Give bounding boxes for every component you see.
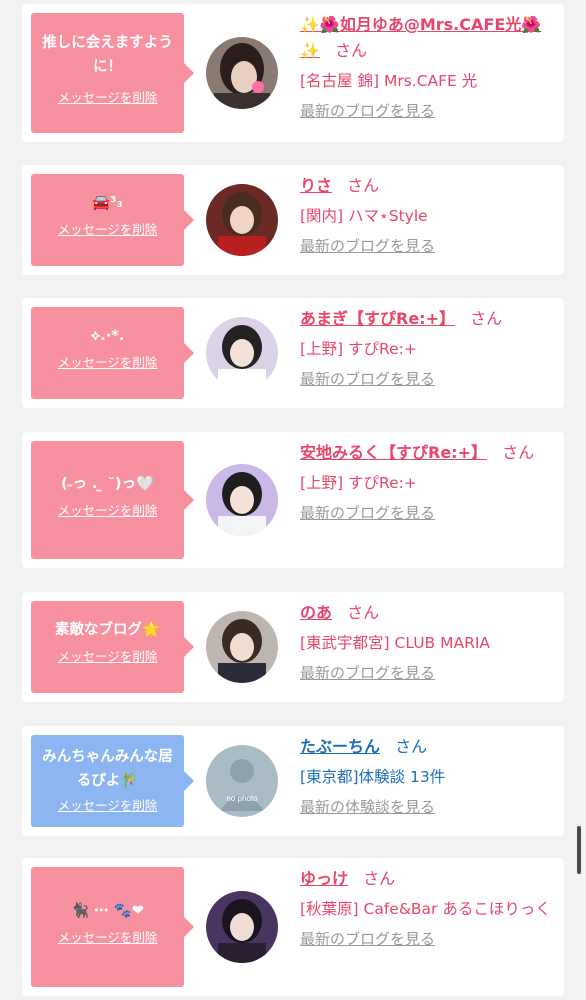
message-bubble: 🐈‍⬛ ⋯ 🐾❤ メッセージを削除 bbox=[31, 867, 194, 987]
profile-info: りさ さん [関内] ハマ⋆Style 最新のブログを見る bbox=[300, 173, 560, 256]
delete-message-link[interactable]: メッセージを削除 bbox=[31, 795, 184, 814]
user-name-link[interactable]: のあ bbox=[300, 603, 332, 622]
latest-review-link[interactable]: 最新の体験談を見る bbox=[300, 796, 435, 817]
honorific: さん bbox=[395, 737, 428, 756]
message-list: 推しに会えますように！ メッセージを削除 ✨🌺如月ゆあ@Mrs.CAFE光🌺✨ … bbox=[0, 0, 586, 1000]
user-name-link[interactable]: ゆっけ bbox=[300, 869, 348, 888]
name-line: あまぎ【すぴRe:+】 さん bbox=[300, 306, 560, 332]
delete-message-link[interactable]: メッセージを削除 bbox=[31, 500, 184, 519]
delete-message-link[interactable]: メッセージを削除 bbox=[31, 87, 184, 106]
profile-info: のあ さん [東武宇都宮] CLUB MARIA 最新のブログを見る bbox=[300, 600, 560, 683]
message-text: ⟡.·*. bbox=[90, 328, 125, 344]
message-text: 推しに会えますように！ bbox=[42, 35, 173, 75]
delete-message-link[interactable]: メッセージを削除 bbox=[31, 646, 184, 665]
honorific: さん bbox=[502, 443, 535, 462]
delete-message-link[interactable]: メッセージを削除 bbox=[31, 352, 184, 371]
shop-location: [名古屋 錦] Mrs.CAFE 光 bbox=[300, 72, 478, 90]
message-text: 🐈‍⬛ ⋯ 🐾❤ bbox=[71, 903, 144, 919]
shop-location: [秋葉原] Cafe&Bar あるこほりっく bbox=[300, 900, 551, 918]
honorific: さん bbox=[363, 869, 396, 888]
latest-blog-link[interactable]: 最新のブログを見る bbox=[300, 235, 435, 256]
honorific: さん bbox=[347, 176, 380, 195]
experience-count: [東京都]体験談 13件 bbox=[300, 768, 446, 786]
latest-blog-link[interactable]: 最新のブログを見る bbox=[300, 368, 435, 389]
list-item: 🐈‍⬛ ⋯ 🐾❤ メッセージを削除 ゆっけ さん [秋葉原] Cafe&Bar … bbox=[22, 858, 564, 996]
profile-info: たぶーちん さん [東京都]体験談 13件 最新の体験談を見る bbox=[300, 734, 560, 817]
avatar[interactable] bbox=[206, 184, 278, 256]
message-bubble: 🚘³₃ メッセージを削除 bbox=[31, 174, 194, 266]
avatar[interactable]: no photo bbox=[206, 745, 278, 817]
honorific: さん bbox=[470, 309, 503, 328]
user-name-link[interactable]: 安地みるく【すぴRe:+】 bbox=[300, 443, 487, 462]
name-line: ゆっけ さん bbox=[300, 866, 560, 892]
shop-location: [東武宇都宮] CLUB MARIA bbox=[300, 634, 491, 652]
user-name-link[interactable]: たぶーちん bbox=[300, 737, 380, 756]
list-item: 素敵なブログ🌟 メッセージを削除 のあ さん [東武宇都宮] CLUB MARI… bbox=[22, 592, 564, 702]
message-bubble: (˶っ . ̫ ˘)っ🤍 メッセージを削除 bbox=[31, 441, 194, 559]
avatar[interactable] bbox=[206, 891, 278, 963]
delete-message-link[interactable]: メッセージを削除 bbox=[31, 219, 184, 238]
list-item: 推しに会えますように！ メッセージを削除 ✨🌺如月ゆあ@Mrs.CAFE光🌺✨ … bbox=[22, 4, 564, 142]
latest-blog-link[interactable]: 最新のブログを見る bbox=[300, 502, 435, 523]
list-item: (˶っ . ̫ ˘)っ🤍 メッセージを削除 安地みるく【すぴRe:+】 さん [… bbox=[22, 432, 564, 568]
no-photo-caption: no photo bbox=[226, 794, 258, 803]
name-line: たぶーちん さん bbox=[300, 734, 560, 760]
message-text: みんちゃんみんな居るぴよ🎋 bbox=[42, 749, 173, 789]
honorific: さん bbox=[335, 41, 368, 60]
message-text: 🚘³₃ bbox=[92, 195, 123, 211]
profile-info: あまぎ【すぴRe:+】 さん [上野] すぴRe:+ 最新のブログを見る bbox=[300, 306, 560, 389]
name-line: ✨🌺如月ゆあ@Mrs.CAFE光🌺✨ さん bbox=[300, 12, 560, 64]
avatar[interactable] bbox=[206, 611, 278, 683]
user-name-link[interactable]: りさ bbox=[300, 176, 332, 195]
name-line: 安地みるく【すぴRe:+】 さん bbox=[300, 440, 560, 466]
list-item: みんちゃんみんな居るぴよ🎋 メッセージを削除 no photo たぶーちん さん… bbox=[22, 726, 564, 836]
shop-location: [関内] ハマ⋆Style bbox=[300, 207, 428, 225]
shop-location: [上野] すぴRe:+ bbox=[300, 474, 417, 492]
latest-blog-link[interactable]: 最新のブログを見る bbox=[300, 100, 435, 121]
profile-info: 安地みるく【すぴRe:+】 さん [上野] すぴRe:+ 最新のブログを見る bbox=[300, 440, 560, 523]
message-bubble: 素敵なブログ🌟 メッセージを削除 bbox=[31, 601, 194, 693]
name-line: りさ さん bbox=[300, 173, 560, 199]
user-name-link[interactable]: あまぎ【すぴRe:+】 bbox=[300, 309, 455, 328]
list-item: ⟡.·*. メッセージを削除 あまぎ【すぴRe:+】 さん [上野] すぴRe:… bbox=[22, 298, 564, 408]
avatar[interactable] bbox=[206, 464, 278, 536]
avatar[interactable] bbox=[206, 37, 278, 109]
profile-info: ✨🌺如月ゆあ@Mrs.CAFE光🌺✨ さん [名古屋 錦] Mrs.CAFE 光… bbox=[300, 12, 560, 121]
latest-blog-link[interactable]: 最新のブログを見る bbox=[300, 928, 435, 949]
latest-blog-link[interactable]: 最新のブログを見る bbox=[300, 662, 435, 683]
message-bubble: みんちゃんみんな居るぴよ🎋 メッセージを削除 bbox=[31, 735, 194, 827]
message-bubble: 推しに会えますように！ メッセージを削除 bbox=[31, 13, 194, 133]
message-text: (˶っ . ̫ ˘)っ🤍 bbox=[60, 476, 155, 492]
delete-message-link[interactable]: メッセージを削除 bbox=[31, 927, 184, 946]
profile-info: ゆっけ さん [秋葉原] Cafe&Bar あるこほりっく 最新のブログを見る bbox=[300, 866, 560, 949]
name-line: のあ さん bbox=[300, 600, 560, 626]
honorific: さん bbox=[347, 603, 380, 622]
list-item: 🚘³₃ メッセージを削除 りさ さん [関内] ハマ⋆Style 最新のブログを… bbox=[22, 165, 564, 275]
message-text: 素敵なブログ🌟 bbox=[54, 622, 161, 638]
scrollbar[interactable] bbox=[577, 826, 581, 874]
message-bubble: ⟡.·*. メッセージを削除 bbox=[31, 307, 194, 399]
shop-location: [上野] すぴRe:+ bbox=[300, 340, 417, 358]
avatar[interactable] bbox=[206, 317, 278, 389]
